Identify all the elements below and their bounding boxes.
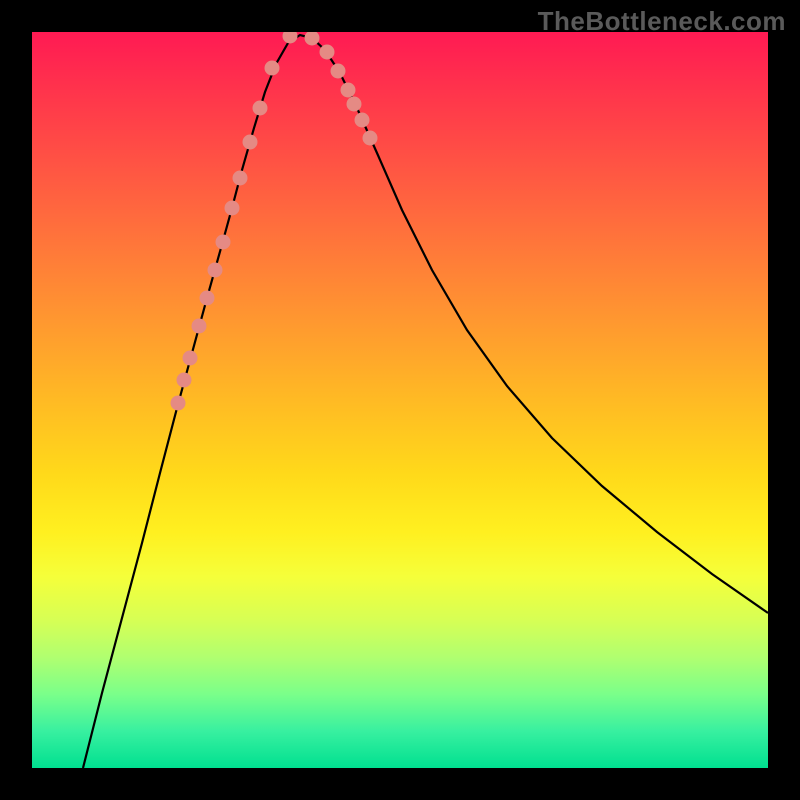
marker-group — [171, 32, 378, 411]
marker-dot — [331, 64, 346, 79]
watermark-text: TheBottleneck.com — [538, 6, 786, 37]
marker-dot — [283, 32, 298, 44]
marker-dot — [341, 83, 356, 98]
marker-dot — [253, 101, 268, 116]
marker-dot — [243, 135, 258, 150]
marker-dot — [347, 97, 362, 112]
marker-dot — [200, 291, 215, 306]
marker-dot — [320, 45, 335, 60]
marker-dot — [363, 131, 378, 146]
marker-dot — [265, 61, 280, 76]
marker-dot — [192, 319, 207, 334]
marker-dot — [355, 113, 370, 128]
marker-dot — [225, 201, 240, 216]
marker-dot — [208, 263, 223, 278]
marker-dot — [171, 396, 186, 411]
plot-area — [32, 32, 768, 768]
chart-frame: TheBottleneck.com — [0, 0, 800, 800]
marker-dot — [216, 235, 231, 250]
marker-dot — [177, 373, 192, 388]
curve-line — [83, 35, 768, 768]
marker-dot — [233, 171, 248, 186]
marker-dot — [183, 351, 198, 366]
chart-svg — [32, 32, 768, 768]
